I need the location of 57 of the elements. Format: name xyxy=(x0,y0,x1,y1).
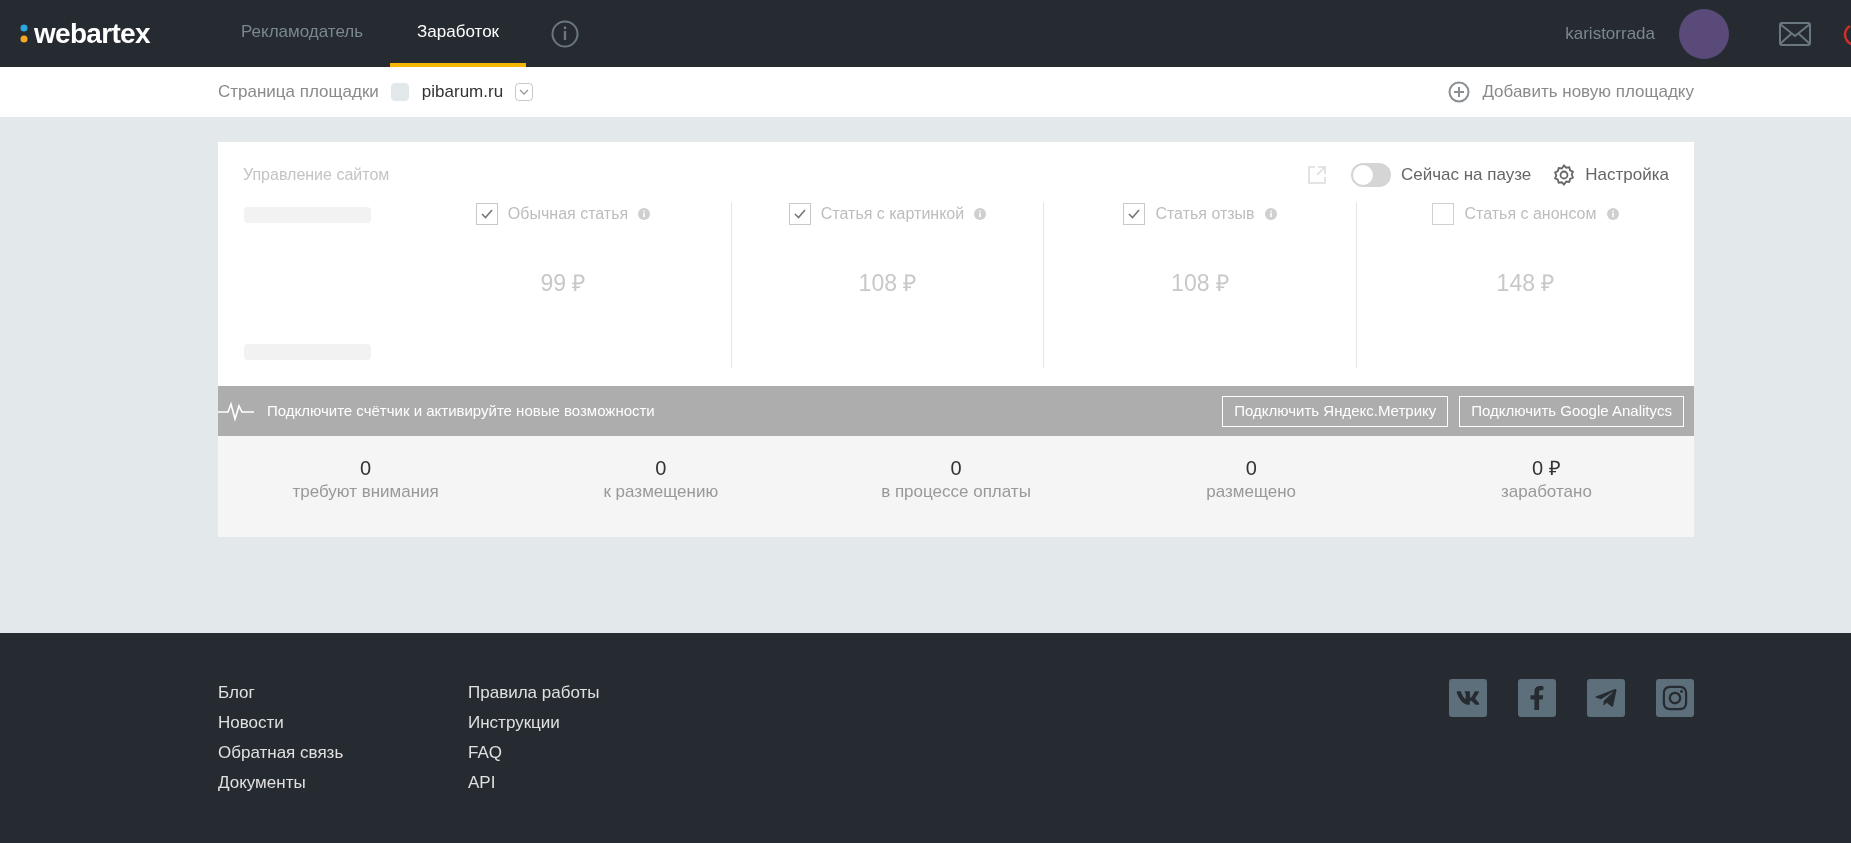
pause-label: Сейчас на паузе xyxy=(1400,164,1532,187)
article-type-label: Обычная статья xyxy=(507,204,629,224)
site-bar-label: Страница площадки xyxy=(218,81,379,104)
instagram-icon[interactable] xyxy=(1656,679,1694,717)
panel-title: Управление сайтом xyxy=(243,165,390,185)
article-type-label: Статья отзыв xyxy=(1155,204,1255,224)
info-icon[interactable] xyxy=(638,208,651,220)
avatar[interactable] xyxy=(1679,8,1729,59)
stat-label: размещено xyxy=(1206,481,1297,503)
plus-circle-icon[interactable] xyxy=(1448,81,1471,103)
site-name[interactable]: pibarum.ru xyxy=(421,79,504,105)
info-icon[interactable] xyxy=(974,208,987,220)
article-type-label: Статья с картинкой xyxy=(820,204,965,224)
chevron-down-icon xyxy=(519,89,530,95)
footer-link[interactable]: Документы xyxy=(218,768,468,798)
facebook-icon[interactable] xyxy=(1518,679,1556,717)
footer-link[interactable]: Новости xyxy=(218,708,468,738)
footer-link[interactable]: Блог xyxy=(218,678,468,708)
footer-link[interactable]: Правила работы xyxy=(468,678,718,708)
settings-button[interactable]: Настройка xyxy=(1585,162,1669,188)
article-type-label: Статья с анонсом xyxy=(1464,204,1597,224)
footer-link[interactable]: Обратная связь xyxy=(218,738,468,768)
stat-label: заработано xyxy=(1500,481,1592,503)
stat-label: к размещению xyxy=(603,481,719,503)
stat-value: 0 xyxy=(950,456,962,480)
settings-icon[interactable] xyxy=(1553,164,1576,186)
checkbox[interactable] xyxy=(1123,203,1146,225)
banner-text: Подключите счётчик и активируйте новые возможности xyxy=(267,400,655,421)
stat-label: требуют внимания xyxy=(292,481,439,503)
pause-toggle[interactable] xyxy=(1350,163,1391,187)
mail-icon[interactable] xyxy=(1779,21,1811,46)
vk-icon[interactable] xyxy=(1449,679,1487,717)
checkmark-icon xyxy=(480,209,493,219)
toggle-knob xyxy=(1352,165,1373,185)
dropdown-button[interactable] xyxy=(515,83,534,101)
checkmark-icon xyxy=(793,209,806,219)
footer-link[interactable]: Инструкции xyxy=(468,708,718,738)
logo-dots-icon xyxy=(20,23,28,44)
username[interactable]: karistorrada xyxy=(1565,20,1655,47)
info-icon[interactable] xyxy=(1606,208,1619,220)
footer-link[interactable]: API xyxy=(468,768,718,798)
footer-link[interactable]: FAQ xyxy=(468,738,718,768)
site-favicon xyxy=(390,83,409,101)
telegram-icon[interactable] xyxy=(1587,679,1625,717)
stat-value: 0 xyxy=(655,456,667,480)
logo[interactable]: webartex xyxy=(34,19,150,48)
info-icon[interactable] xyxy=(1264,208,1277,220)
stat-label: в процессе оплаты xyxy=(881,481,1031,503)
checkbox[interactable] xyxy=(1432,203,1455,225)
checkbox[interactable] xyxy=(788,203,811,225)
info-icon[interactable] xyxy=(551,19,580,48)
checkmark-icon xyxy=(1128,209,1141,219)
stat-value: 0 xyxy=(360,456,372,480)
checkbox[interactable] xyxy=(475,203,498,225)
stat-value: 0 ₽ xyxy=(1532,456,1561,480)
stat-value: 0 xyxy=(1245,456,1257,480)
nav-tab[interactable]: Рекламодатель xyxy=(214,0,391,67)
